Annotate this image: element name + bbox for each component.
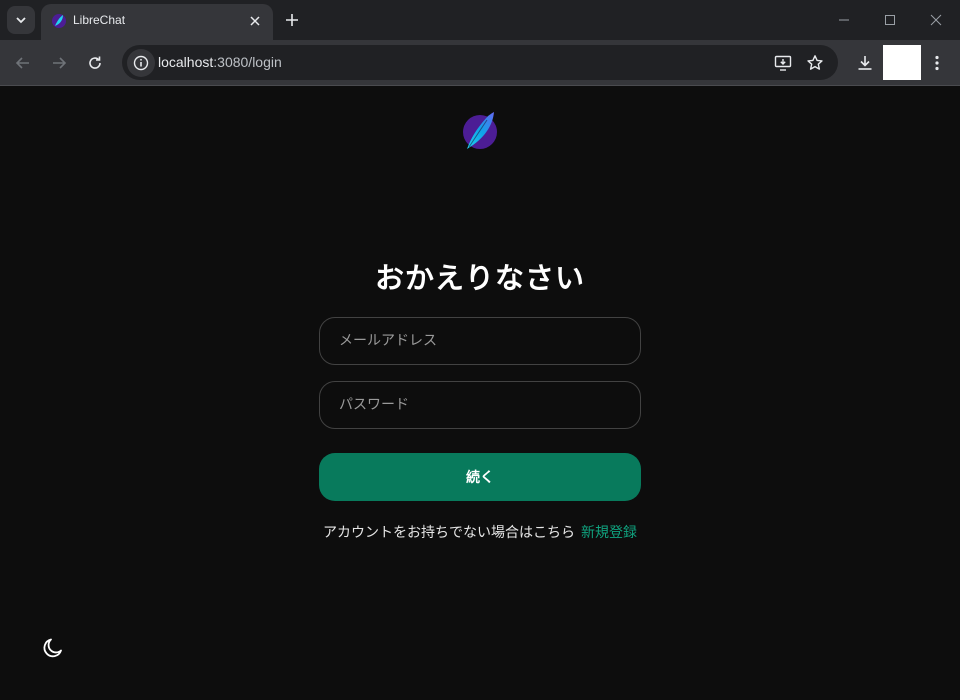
- close-icon: [930, 14, 942, 26]
- moon-icon[interactable]: [41, 636, 65, 660]
- arrow-right-icon: [53, 57, 67, 69]
- tab-strip: LibreChat: [0, 0, 960, 40]
- url-text[interactable]: localhost:3080/login: [158, 54, 282, 70]
- close-window-button[interactable]: [916, 6, 956, 34]
- continue-button[interactable]: 続く: [319, 453, 641, 501]
- back-button[interactable]: [11, 51, 35, 75]
- reload-button[interactable]: [83, 51, 107, 75]
- reload-icon: [89, 56, 101, 69]
- browser-menu-button[interactable]: [925, 51, 949, 75]
- install-app-button[interactable]: [771, 51, 795, 75]
- star-icon: [807, 55, 823, 70]
- close-icon: [250, 16, 260, 26]
- maximize-icon: [885, 15, 895, 25]
- install-app-icon: [774, 55, 792, 71]
- bookmark-button[interactable]: [803, 51, 827, 75]
- site-info-button[interactable]: [127, 49, 155, 77]
- page-title: おかえりなさい: [374, 261, 585, 295]
- info-icon: [133, 55, 149, 71]
- url-path: :3080/login: [213, 54, 282, 70]
- kebab-menu-icon: [935, 55, 939, 71]
- tab-title: LibreChat: [73, 13, 126, 27]
- librechat-logo-icon: [463, 112, 497, 149]
- browser-toolbar: localhost:3080/login: [0, 40, 960, 86]
- profile-avatar[interactable]: [883, 45, 921, 80]
- password-field[interactable]: [319, 381, 641, 429]
- plus-icon: [286, 14, 298, 26]
- chevron-down-icon: [16, 17, 26, 24]
- download-icon: [858, 56, 872, 70]
- maximize-button[interactable]: [870, 6, 910, 34]
- signup-prompt-row: アカウントをお持ちでない場合はこちら 新規登録: [1, 522, 959, 542]
- minimize-icon: [839, 19, 849, 21]
- browser-window: LibreChat localhost:3080/login おかえりなさい メ…: [0, 0, 960, 700]
- arrow-left-icon: [15, 57, 29, 69]
- address-bar[interactable]: localhost:3080/login: [122, 45, 838, 80]
- librechat-logo-icon: [52, 14, 66, 28]
- tab-librechat[interactable]: LibreChat: [41, 4, 273, 40]
- signup-link[interactable]: 新規登録: [581, 525, 637, 541]
- minimize-button[interactable]: [824, 6, 864, 34]
- signup-prompt: アカウントをお持ちでない場合はこちら: [323, 525, 575, 541]
- downloads-button[interactable]: [853, 51, 877, 75]
- new-tab-button[interactable]: [280, 8, 304, 32]
- url-host: localhost: [158, 54, 214, 70]
- login-page: おかえりなさい 続く アカウントをお持ちでない場合はこちら新規登録: [1, 87, 959, 699]
- tab-search-button[interactable]: [7, 6, 35, 34]
- tab-close-button[interactable]: [245, 11, 265, 31]
- forward-button[interactable]: [47, 51, 71, 75]
- email-field[interactable]: [319, 317, 641, 365]
